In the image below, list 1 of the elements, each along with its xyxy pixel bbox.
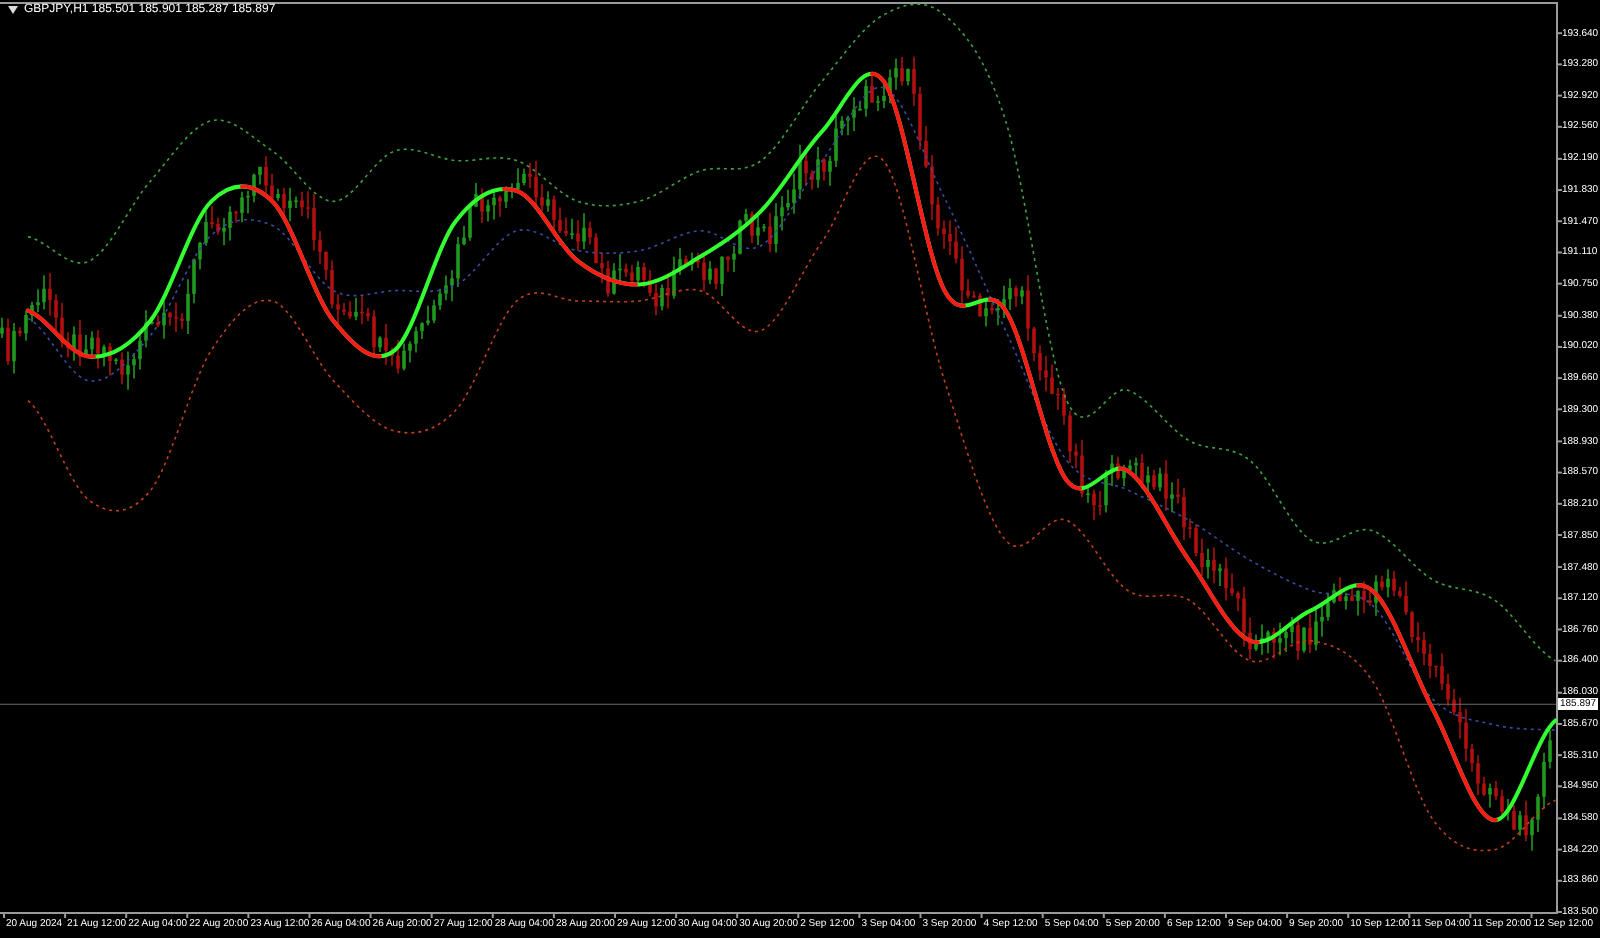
triangle-icon[interactable]	[8, 6, 18, 14]
